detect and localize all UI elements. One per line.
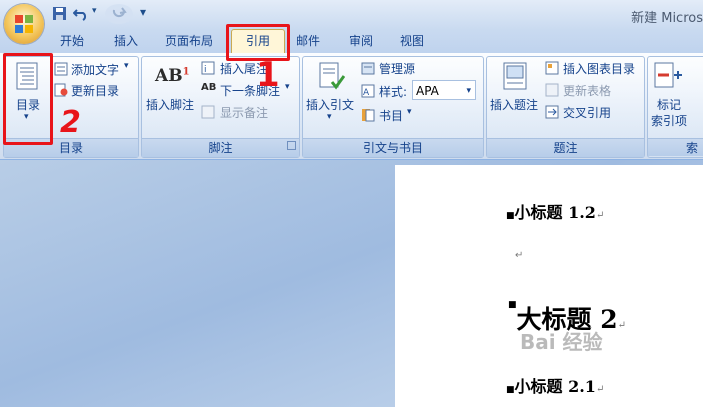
office-button[interactable] xyxy=(4,4,44,44)
paragraph-mark-icon-2: ↵ xyxy=(617,320,627,331)
footnote-icon: AB1 xyxy=(155,66,190,86)
insert-citation-dropdown-icon: ▾ xyxy=(327,112,332,122)
annotation-number-2: 2 xyxy=(60,105,81,140)
mark-entry-label-1: 标记 xyxy=(657,98,682,112)
mark-entry-label-2: 索引项 xyxy=(651,114,688,128)
mark-entry-button[interactable]: 标记 索引项 xyxy=(650,60,692,130)
style-dropdown-arrow-icon: ▾ xyxy=(466,86,471,96)
tab-review[interactable]: 审阅 xyxy=(349,31,373,51)
annotation-box-toc-button xyxy=(3,53,53,145)
document-heading-1: ■小标题 1.2↵ xyxy=(506,203,605,222)
style-dropdown-value: APA xyxy=(416,84,439,98)
watermark: Bai 经验 xyxy=(520,330,603,354)
add-text-label: 添加文字 xyxy=(71,63,120,77)
show-notes-label: 显示备注 xyxy=(220,106,269,120)
insert-caption-label: 插入题注 xyxy=(490,98,539,112)
tab-home[interactable]: 开始 xyxy=(60,31,84,51)
style-dropdown[interactable]: APA ▾ xyxy=(412,80,476,100)
document-heading-3: ■小标题 2.1↵ xyxy=(506,377,605,396)
insert-citation-icon xyxy=(319,62,345,90)
tab-page-layout[interactable]: 页面布局 xyxy=(165,31,213,51)
cross-reference-label: 交叉引用 xyxy=(563,106,612,120)
bibliography-icon xyxy=(362,109,375,122)
insert-caption-icon xyxy=(503,62,527,90)
office-logo-icon xyxy=(15,15,33,33)
insert-table-of-figures-label: 插入图表目录 xyxy=(563,62,636,76)
bibliography-label: 书目 xyxy=(379,109,404,123)
window-title: 新建 Micros xyxy=(631,11,703,26)
mark-entry-icon xyxy=(654,62,682,88)
insert-caption-button[interactable]: 插入题注 xyxy=(489,60,541,120)
update-toc-label: 更新目录 xyxy=(71,84,120,98)
update-table-icon xyxy=(545,83,559,97)
update-table-label: 更新表格 xyxy=(563,84,612,98)
annotation-number-1: 1 xyxy=(256,55,280,95)
insert-footnote-button[interactable]: AB1 插入脚注 xyxy=(146,60,198,120)
update-toc-icon xyxy=(54,83,68,97)
tab-view[interactable]: 视图 xyxy=(400,31,424,51)
manage-sources-icon xyxy=(361,62,375,75)
save-icon[interactable] xyxy=(52,6,67,22)
redo-icon[interactable] xyxy=(105,4,133,24)
add-text-dropdown-icon: ▾ xyxy=(124,61,129,71)
paragraph-mark-icon-3: ↵ xyxy=(595,384,605,395)
undo-dropdown-icon[interactable]: ▾ xyxy=(92,6,97,22)
next-footnote-icon: AB xyxy=(201,82,217,93)
next-footnote-dropdown-icon: ▾ xyxy=(285,82,290,92)
tab-mailings[interactable]: 邮件 xyxy=(296,31,320,51)
svg-text:A: A xyxy=(363,88,370,98)
style-label: 样式: xyxy=(379,85,408,99)
insert-citation-button[interactable]: 插入引文 ▾ xyxy=(305,60,357,126)
add-text-icon xyxy=(54,62,68,76)
tab-insert[interactable]: 插入 xyxy=(114,31,138,51)
undo-icon[interactable] xyxy=(72,6,89,22)
index-group-label: 索 xyxy=(648,138,703,156)
show-notes-icon xyxy=(201,105,215,119)
style-icon: A xyxy=(361,84,375,98)
table-of-figures-icon xyxy=(545,61,559,75)
captions-group-label: 题注 xyxy=(487,138,644,157)
empty-paragraph-mark-icon: ↵ xyxy=(515,250,524,261)
cross-reference-icon xyxy=(545,105,559,119)
footnotes-group-label: 脚注 xyxy=(142,138,299,157)
citations-group-label: 引文与书目 xyxy=(303,138,483,157)
customize-quick-access-icon[interactable]: ▾ xyxy=(140,5,146,21)
insert-endnote-icon: i xyxy=(201,61,215,75)
insert-footnote-label: 插入脚注 xyxy=(146,98,195,112)
insert-citation-label: 插入引文 xyxy=(306,98,355,112)
footnotes-dialog-launcher-icon[interactable] xyxy=(287,141,296,150)
bibliography-dropdown-icon: ▾ xyxy=(407,107,412,117)
manage-sources-label: 管理源 xyxy=(379,62,416,76)
paragraph-mark-icon: ↵ xyxy=(595,210,605,221)
svg-text:i: i xyxy=(204,65,207,75)
